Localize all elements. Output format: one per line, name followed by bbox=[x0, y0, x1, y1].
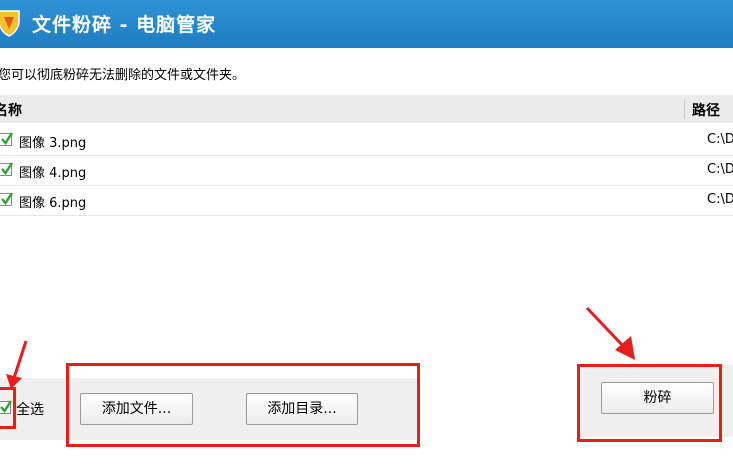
highlight-add-buttons bbox=[66, 363, 420, 447]
check-mark-icon bbox=[1, 192, 14, 205]
red-arrow-icon bbox=[585, 306, 635, 360]
row-file-name: 图像 3.png bbox=[19, 136, 87, 151]
select-all-label: 全选 bbox=[16, 402, 44, 418]
table-row[interactable]: 图像 6.png C:\D bbox=[0, 185, 733, 216]
table-header: 名称 路径 bbox=[0, 95, 733, 123]
row-file-path: C:\D bbox=[707, 192, 733, 207]
row-file-name: 图像 6.png bbox=[19, 196, 87, 211]
check-mark-icon bbox=[1, 132, 14, 145]
row-file-name: 图像 4.png bbox=[19, 166, 87, 181]
check-mark-icon bbox=[1, 162, 14, 175]
column-header-name[interactable]: 名称 bbox=[0, 100, 22, 120]
column-divider[interactable] bbox=[684, 99, 685, 119]
highlight-select-all bbox=[0, 387, 16, 429]
row-file-path: C:\D bbox=[707, 132, 733, 147]
shield-logo-icon bbox=[0, 10, 20, 37]
row-checkbox[interactable] bbox=[0, 162, 14, 176]
highlight-shred-button bbox=[577, 364, 722, 442]
red-arrow-icon bbox=[6, 340, 28, 389]
description-text: 您可以彻底粉碎无法删除的文件或文件夹。 bbox=[0, 68, 246, 83]
window-title: 文件粉碎 - 电脑管家 bbox=[32, 14, 217, 36]
row-checkbox[interactable] bbox=[0, 192, 14, 206]
column-header-path[interactable]: 路径 bbox=[692, 100, 720, 120]
row-checkbox[interactable] bbox=[0, 132, 14, 146]
table-row[interactable]: 图像 4.png C:\D bbox=[0, 155, 733, 186]
title-bar: 文件粉碎 - 电脑管家 bbox=[0, 0, 733, 48]
table-row[interactable]: 图像 3.png C:\D bbox=[0, 125, 733, 156]
row-file-path: C:\D bbox=[707, 162, 733, 177]
